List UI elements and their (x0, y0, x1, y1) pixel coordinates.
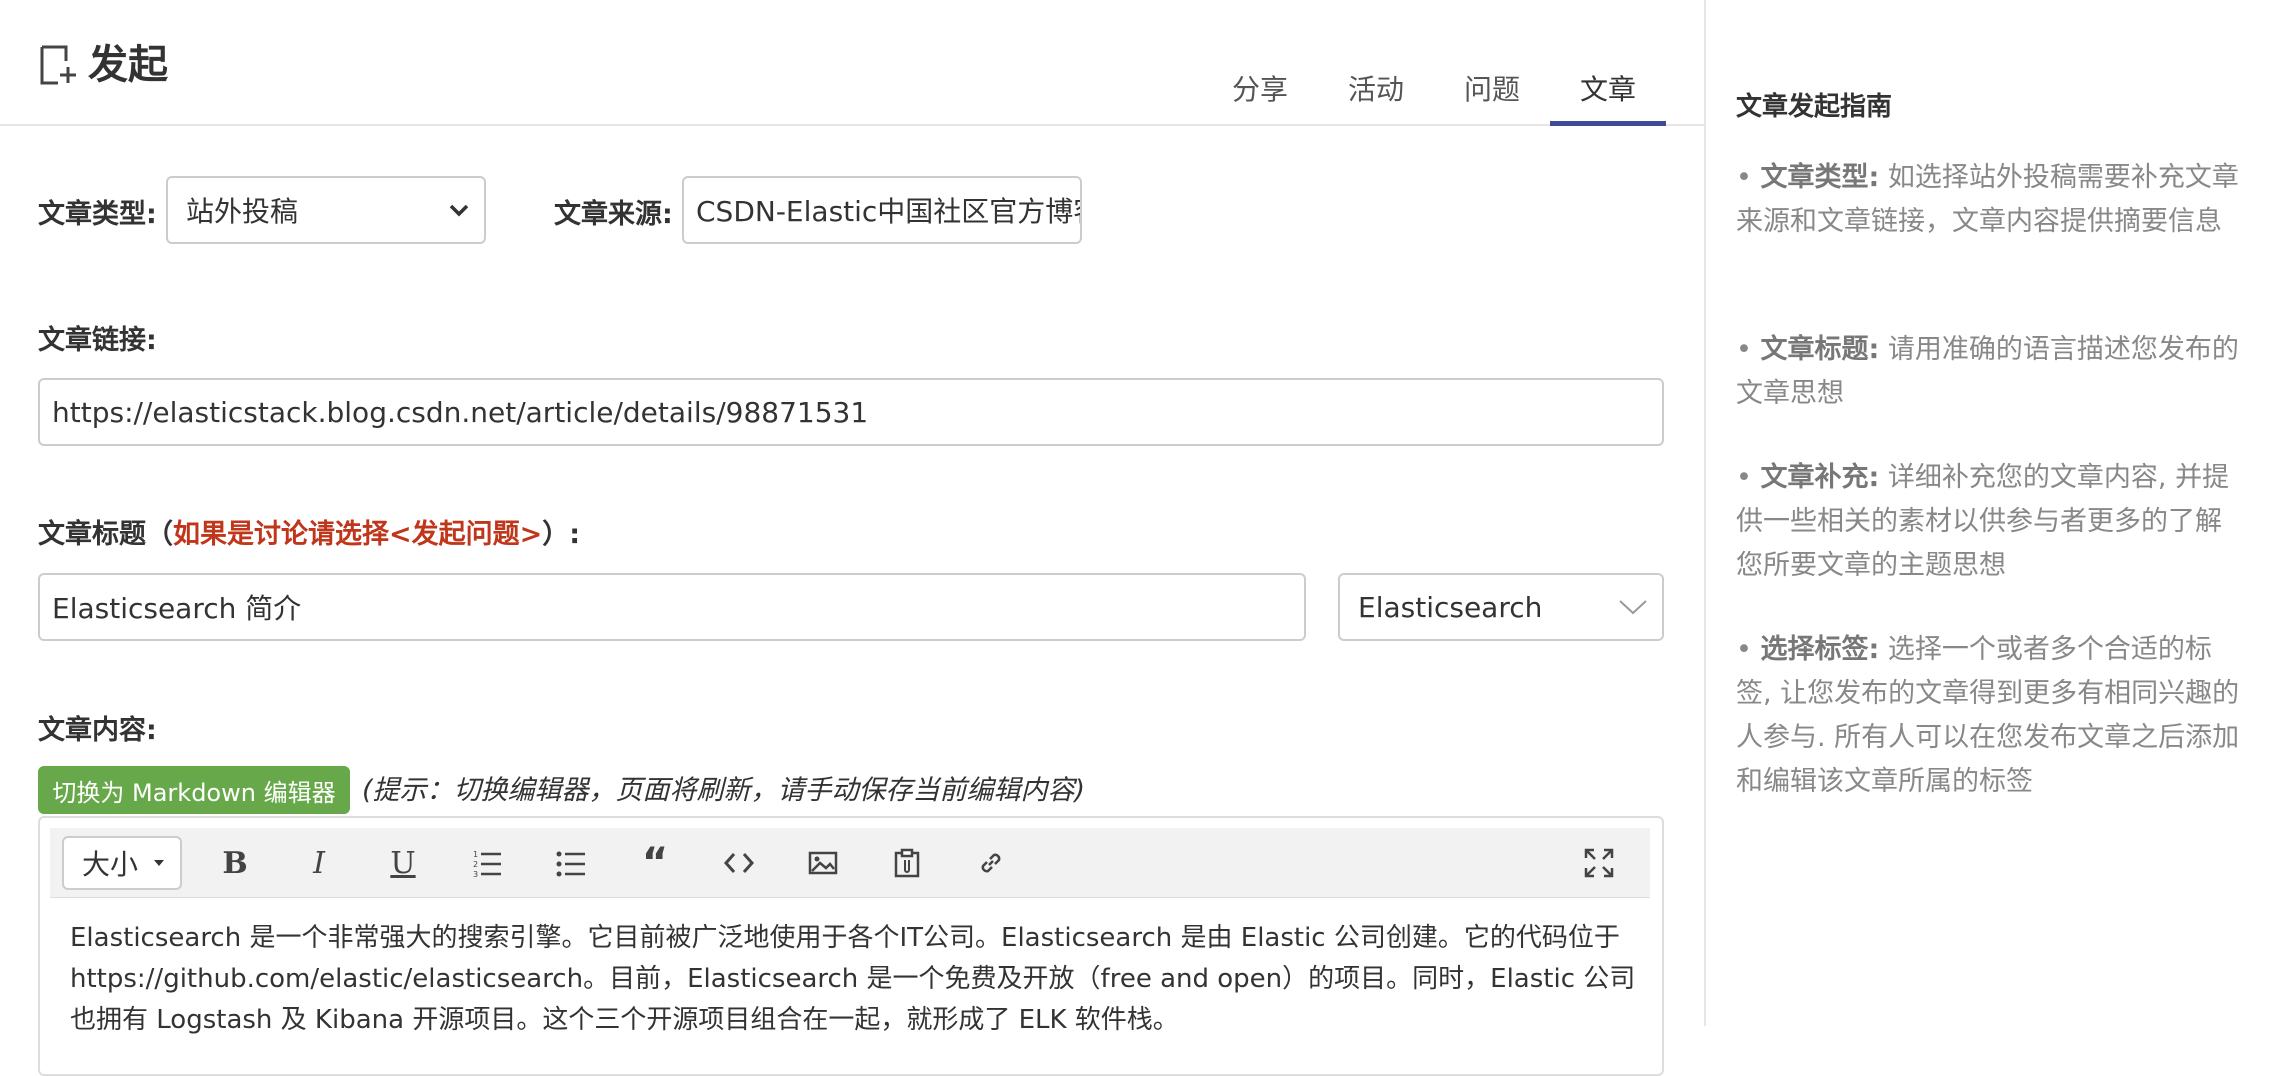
ask-question-hint: 如果是讨论请选择<发起问题> (173, 519, 543, 550)
editor-toolbar: 大小 B I U 123 “ (50, 828, 1650, 898)
article-title-label-post: ）: (542, 519, 581, 550)
unordered-list-icon[interactable] (550, 842, 592, 884)
article-type-select[interactable]: 站外投稿 (166, 176, 486, 244)
guide-item-title: • 文章标题: 请用准确的语言描述您发布的文章思想 (1736, 334, 2239, 409)
image-icon[interactable] (802, 842, 844, 884)
tab-question[interactable]: 问题 (1434, 60, 1550, 126)
svg-text:2: 2 (473, 860, 478, 869)
italic-icon[interactable]: I (298, 842, 340, 884)
article-type-label: 文章类型: (38, 199, 157, 230)
page-title: 发起 (38, 40, 168, 90)
svg-text:3: 3 (473, 870, 478, 878)
font-size-label: 大小 (82, 848, 139, 881)
chevron-down-icon (1619, 600, 1647, 615)
switch-markdown-button[interactable]: 切换为 Markdown 编辑器 (38, 766, 350, 814)
article-type-value: 站外投稿 (186, 195, 299, 228)
guide-item-content: • 文章补充: 详细补充您的文章内容, 并提供一些相关的素材以供参与者更多的了解… (1736, 462, 2230, 581)
article-source-value: CSDN-Elastic中国社区官方博客 (696, 195, 1082, 228)
ordered-list-icon[interactable]: 123 (466, 842, 508, 884)
category-select[interactable]: Elasticsearch (1338, 573, 1664, 641)
article-title-value: Elasticsearch 简介 (52, 592, 302, 625)
category-value: Elasticsearch (1358, 590, 1543, 624)
page-title-text: 发起 (88, 42, 168, 88)
guide-term: 文章标题: (1760, 334, 1880, 365)
article-link-label: 文章链接: (38, 325, 157, 356)
article-content-label: 文章内容: (38, 715, 157, 746)
main-panel: 发起 分享 活动 问题 文章 文章类型: 站外投稿 文章来源: CSDN-Ela… (0, 0, 1704, 1076)
article-title-input[interactable]: Elasticsearch 简介 (38, 573, 1306, 641)
attachment-icon[interactable] (886, 842, 928, 884)
new-post-icon (40, 45, 76, 85)
article-link-value: https://elasticstack.blog.csdn.net/artic… (52, 395, 869, 429)
guide-title: 文章发起指南 (1736, 92, 1893, 122)
caret-down-icon (154, 860, 165, 866)
rich-text-editor: 大小 B I U 123 “ Elasticsearch 是一个非常强大的搜索引… (38, 816, 1664, 1076)
bold-icon[interactable]: B (214, 842, 256, 884)
article-source-label: 文章来源: (554, 199, 673, 230)
svg-text:1: 1 (473, 850, 478, 859)
guide-term: 文章类型: (1760, 162, 1880, 193)
fullscreen-icon[interactable] (1578, 842, 1620, 884)
page-header: 发起 分享 活动 问题 文章 (0, 0, 1704, 126)
editor-switch-tip: (提示：切换编辑器，页面将刷新，请手动保存当前编辑内容) (362, 775, 1086, 806)
tab-article[interactable]: 文章 (1549, 60, 1667, 126)
guide-item-type: • 文章类型: 如选择站外投稿需要补充文章来源和文章链接，文章内容提供摘要信息 (1736, 162, 2239, 237)
underline-icon[interactable]: U (382, 842, 424, 884)
tab-share[interactable]: 分享 (1202, 60, 1318, 126)
chevron-down-icon (449, 204, 469, 217)
guide-term: 选择标签: (1760, 634, 1880, 665)
tab-activity[interactable]: 活动 (1318, 60, 1434, 126)
quote-icon[interactable]: “ (634, 842, 676, 884)
post-type-tabs: 分享 活动 问题 文章 (1202, 60, 1667, 126)
article-title-label-pre: 文章标题（ (38, 519, 173, 550)
article-title-label: 文章标题（如果是讨论请选择<发起问题>）: (38, 512, 580, 551)
link-icon[interactable] (970, 842, 1012, 884)
font-size-dropdown[interactable]: 大小 (62, 836, 182, 890)
guide-item-tags: • 选择标签: 选择一个或者多个合适的标签, 让您发布的文章得到更多有相同兴趣的… (1736, 634, 2240, 797)
code-icon[interactable] (718, 842, 760, 884)
article-source-input[interactable]: CSDN-Elastic中国社区官方博客 (682, 176, 1082, 244)
article-link-input[interactable]: https://elasticstack.blog.csdn.net/artic… (38, 378, 1664, 446)
guide-term: 文章补充: (1760, 462, 1880, 493)
editor-content[interactable]: Elasticsearch 是一个非常强大的搜索引擎。它目前被广泛地使用于各个I… (70, 918, 1650, 1041)
